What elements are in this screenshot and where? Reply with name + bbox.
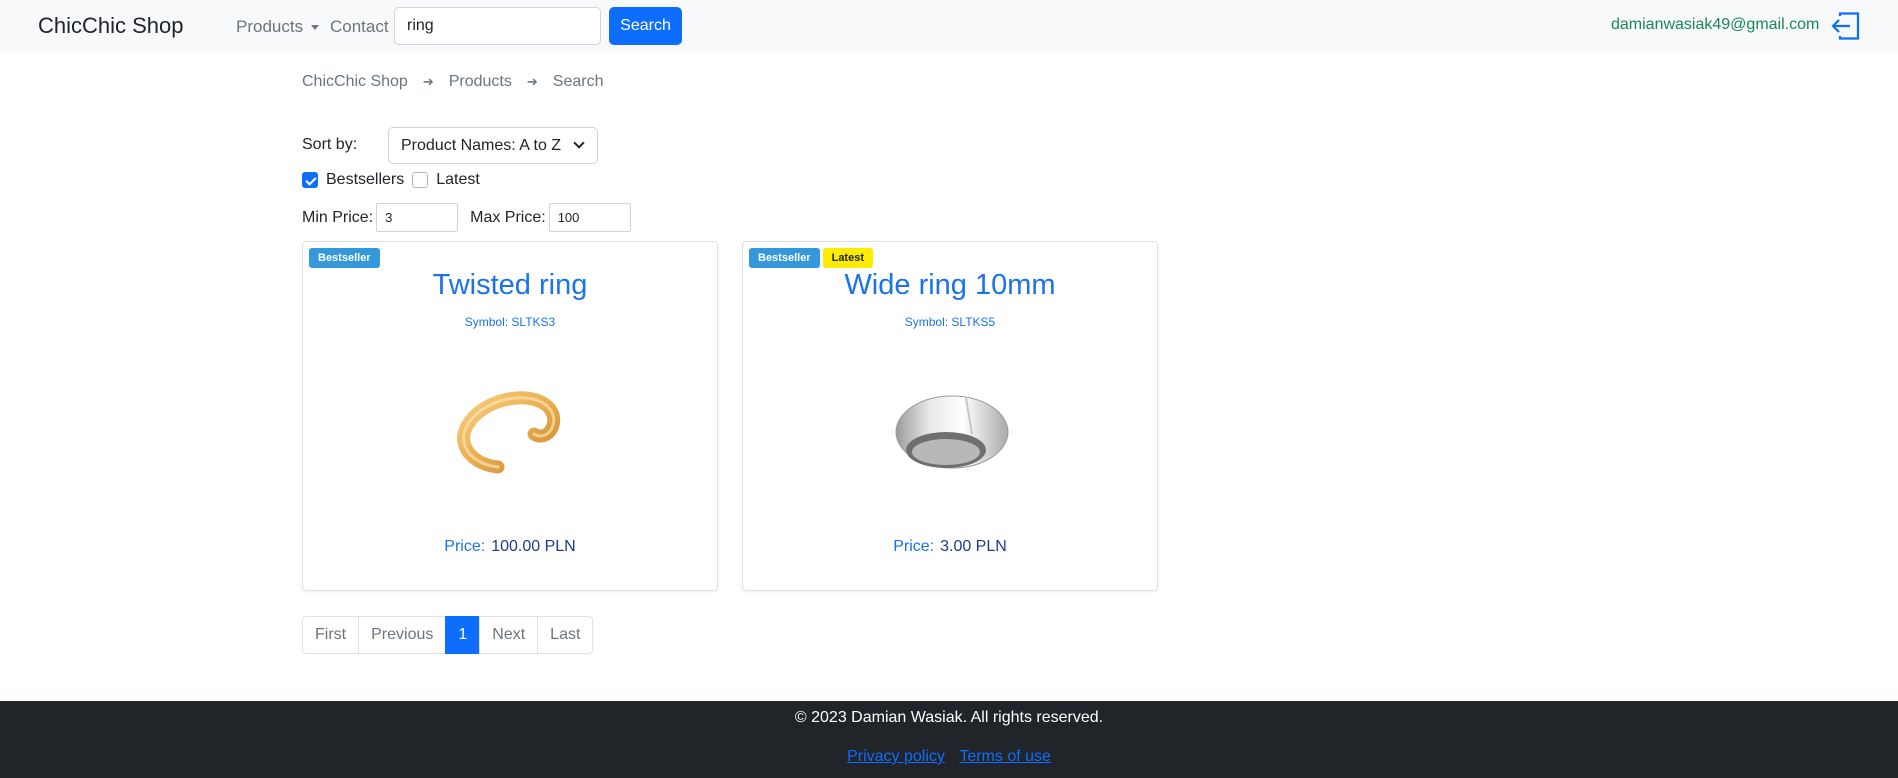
privacy-policy-link[interactable]: Privacy policy xyxy=(847,748,945,765)
badge-group: Bestseller xyxy=(309,248,380,268)
arrow-right-icon: ➔ xyxy=(422,74,434,89)
min-price-input[interactable]: 3 xyxy=(376,203,459,232)
pagination: First Previous 1 Next Last xyxy=(302,616,594,654)
copyright-text: © 2023 Damian Wasiak. All rights reserve… xyxy=(794,709,1104,726)
terms-of-use-link[interactable]: Terms of use xyxy=(959,748,1051,765)
search-button[interactable]: Search xyxy=(609,7,682,45)
brand-logo[interactable]: ChicChic Shop xyxy=(38,13,184,39)
user-email[interactable]: damianwasiak49@gmail.com xyxy=(1611,16,1819,34)
breadcrumb: ChicChic Shop ➔ Products ➔ Search xyxy=(302,73,603,91)
nav-contact-link[interactable]: Contact xyxy=(330,17,389,37)
price-label: Price: xyxy=(893,538,935,555)
product-card[interactable]: Bestseller Twisted ring Symbol: SLTKS3 P… xyxy=(302,241,718,591)
page-current-button[interactable]: 1 xyxy=(445,616,481,654)
page-first-button[interactable]: First xyxy=(302,616,360,654)
footer: © 2023 Damian Wasiak. All rights reserve… xyxy=(0,701,1898,778)
price-value: 100.00 PLN xyxy=(491,538,576,555)
product-symbol: Symbol: SLTKS3 xyxy=(464,315,556,329)
bestseller-badge: Bestseller xyxy=(309,248,380,268)
product-symbol: Symbol: SLTKS5 xyxy=(904,315,996,329)
min-price-label: Min Price: xyxy=(302,208,374,226)
footer-links: Privacy policy Terms of use xyxy=(0,748,1898,766)
product-title[interactable]: Twisted ring xyxy=(303,269,717,302)
gold-twisted-ring-image[interactable] xyxy=(440,372,580,492)
price-filter: Min Price: 3 Max Price: 100 xyxy=(302,203,643,232)
search-input[interactable]: ring xyxy=(394,7,601,45)
max-price-input[interactable]: 100 xyxy=(548,203,631,232)
product-price: Price: 3.00 PLN xyxy=(743,538,1157,556)
breadcrumb-search: Search xyxy=(552,73,604,90)
product-price: Price: 100.00 PLN xyxy=(303,538,717,556)
nav-products-dropdown[interactable]: Products xyxy=(236,17,320,37)
latest-checkbox[interactable] xyxy=(412,172,429,188)
bestsellers-checkbox[interactable] xyxy=(302,172,318,188)
price-label: Price: xyxy=(444,538,486,555)
product-title[interactable]: Wide ring 10mm xyxy=(743,269,1157,302)
chevron-down-icon xyxy=(573,137,585,149)
breadcrumb-products[interactable]: Products xyxy=(449,73,512,91)
page-last-button[interactable]: Last xyxy=(537,616,594,654)
latest-label: Latest xyxy=(436,171,480,188)
bestsellers-label: Bestsellers xyxy=(326,171,405,188)
nav-products-label: Products xyxy=(236,17,304,36)
bestseller-badge: Bestseller xyxy=(749,248,820,268)
latest-badge: Latest xyxy=(822,248,873,268)
sort-select[interactable]: Product Names: A to Z xyxy=(388,127,598,164)
product-card[interactable]: Bestseller Latest Wide ring 10mm Symbol:… xyxy=(742,241,1158,591)
logout-icon[interactable] xyxy=(1830,12,1860,40)
page-previous-button[interactable]: Previous xyxy=(358,616,447,654)
arrow-right-icon: ➔ xyxy=(526,74,538,89)
price-value: 3.00 PLN xyxy=(940,538,1007,555)
sort-selected-value: Product Names: A to Z xyxy=(401,137,562,154)
silver-wide-ring-image[interactable] xyxy=(880,372,1020,492)
page-next-button[interactable]: Next xyxy=(479,616,539,654)
badge-group: Bestseller Latest xyxy=(749,248,873,268)
filter-checkboxes: Bestsellers Latest xyxy=(302,171,488,189)
navbar: ChicChic Shop Products Contact ring Sear… xyxy=(0,0,1898,53)
sort-label: Sort by: xyxy=(302,136,358,153)
caret-down-icon xyxy=(311,24,320,30)
breadcrumb-home[interactable]: ChicChic Shop xyxy=(302,73,408,91)
max-price-label: Max Price: xyxy=(470,208,546,226)
